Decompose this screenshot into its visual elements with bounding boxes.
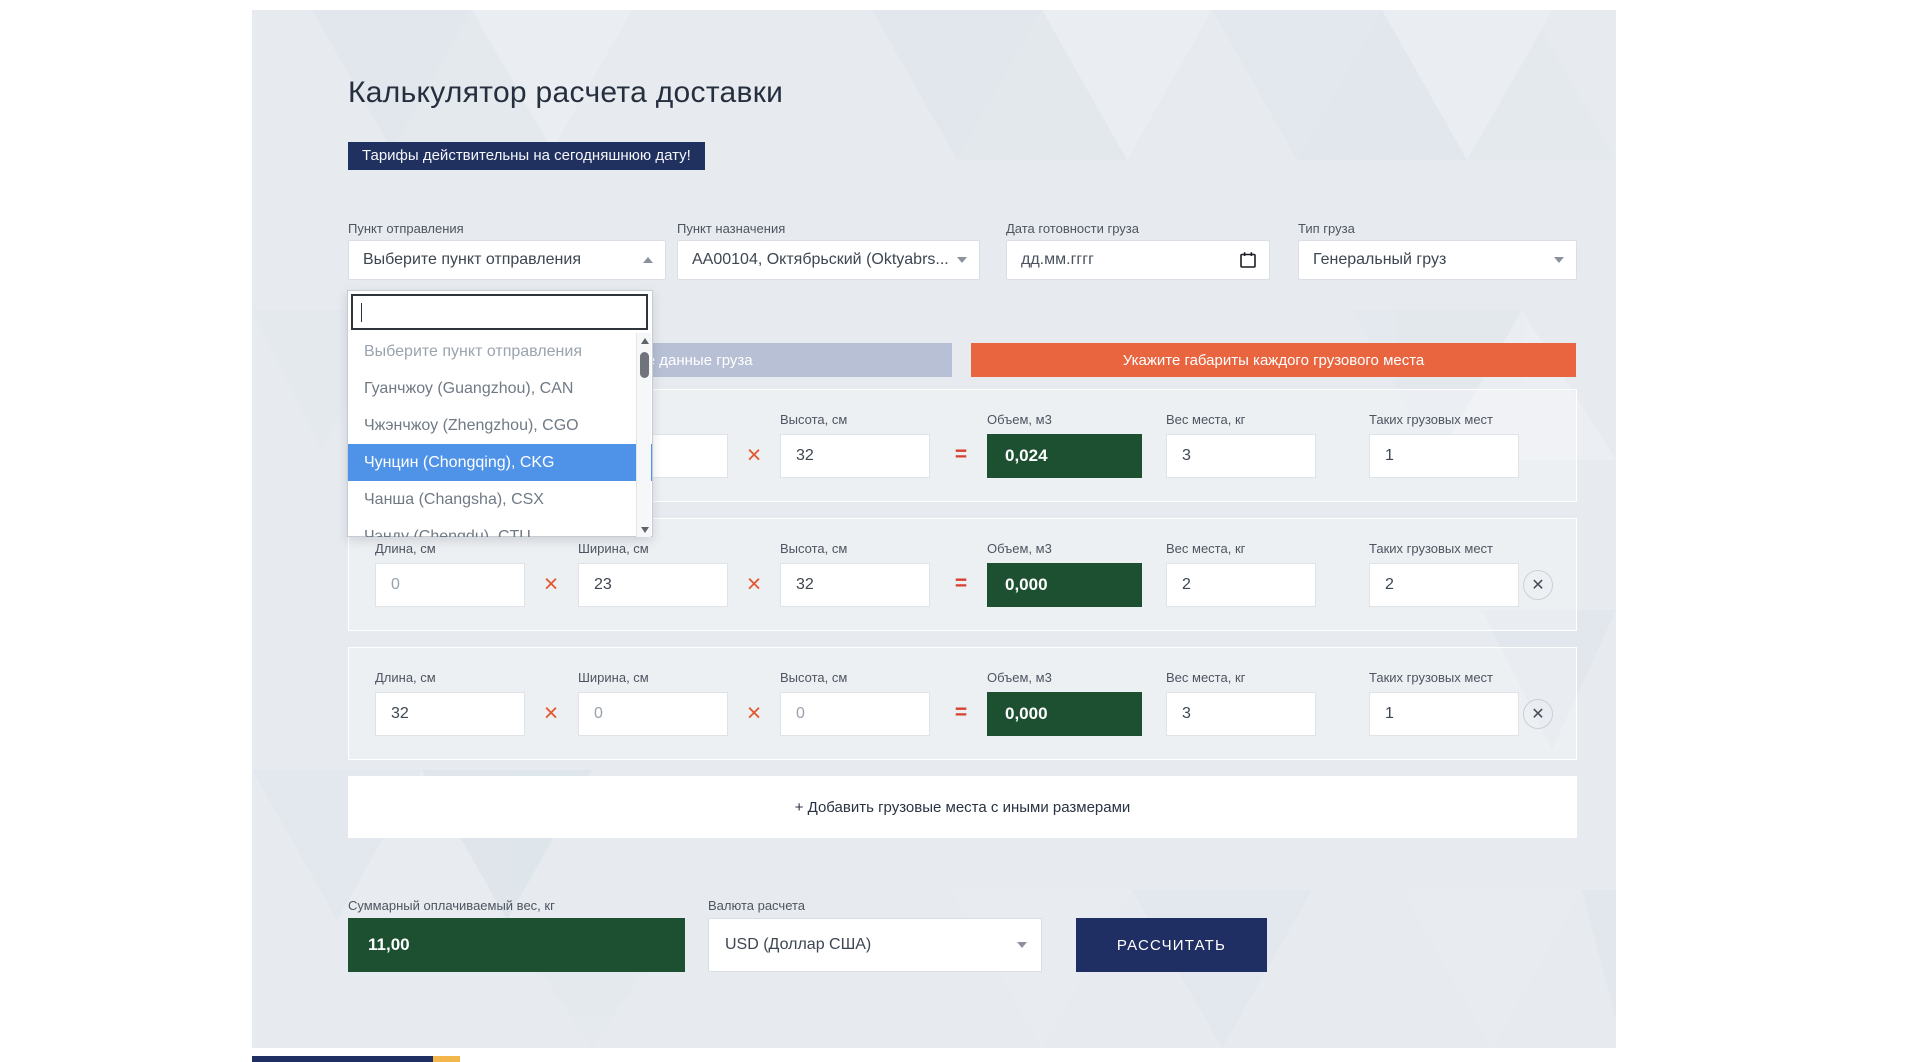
volume-label: Объем, м3 — [987, 412, 1052, 427]
total-weight-label: Суммарный оплачиваемый вес, кг — [348, 898, 555, 913]
length-label: Длина, см — [375, 670, 436, 685]
chevron-down-icon — [1554, 257, 1564, 263]
ready-date-input[interactable]: дд.мм.гггг — [1006, 240, 1270, 280]
departure-select[interactable]: Выберите пункт отправления — [348, 240, 666, 280]
width-label: Ширина, см — [578, 670, 649, 685]
dropdown-option[interactable]: Выберите пункт отправления — [348, 333, 652, 370]
chevron-down-icon — [1017, 942, 1027, 948]
destination-select[interactable]: AA00104, Октябрьский (Oktyabrs... — [677, 240, 980, 280]
height-label: Высота, см — [780, 670, 848, 685]
dropdown-option[interactable]: Чжэнчжоу (Zhengzhou), CGO — [348, 407, 652, 444]
count-input[interactable]: 2 — [1369, 563, 1519, 607]
destination-select-value: AA00104, Октябрьский (Oktyabrs... — [692, 251, 949, 268]
cargo-type-select-value: Генеральный груз — [1313, 251, 1447, 268]
width-label: Ширина, см — [578, 541, 649, 556]
width-input[interactable]: 23 — [578, 563, 728, 607]
dimensions-mode-button[interactable]: Укажите габариты каждого грузового места — [971, 343, 1576, 377]
shipping-calculator-page: Калькулятор расчета доставки Тарифы дейс… — [0, 0, 1920, 1062]
length-input[interactable]: 32 — [375, 692, 525, 736]
weight-label: Вес места, кг — [1166, 670, 1246, 685]
scroll-up-icon[interactable] — [637, 333, 652, 348]
text-cursor — [361, 302, 362, 322]
remove-icon: ✕ — [1531, 577, 1545, 594]
page-title: Калькулятор расчета доставки — [348, 76, 784, 109]
remove-icon: ✕ — [1531, 706, 1545, 723]
departure-dropdown: Выберите пункт отправления Гуанчжоу (Gua… — [347, 290, 653, 537]
weight-label: Вес места, кг — [1166, 412, 1246, 427]
currency-select-value: USD (Доллар США) — [725, 936, 872, 953]
weight-input[interactable]: 3 — [1166, 692, 1316, 736]
add-cargo-row-button[interactable]: + Добавить грузовые места с иными размер… — [348, 776, 1577, 838]
weight-input[interactable]: 2 — [1166, 563, 1316, 607]
multiply-icon: × — [543, 699, 559, 727]
count-label: Таких грузовых мест — [1369, 412, 1494, 427]
length-label: Длина, см — [375, 541, 436, 556]
dropdown-scrollbar[interactable] — [636, 333, 651, 537]
volume-value: 0,000 — [987, 563, 1142, 607]
departure-select-value: Выберите пункт отправления — [363, 251, 581, 268]
volume-label: Объем, м3 — [987, 670, 1052, 685]
chevron-down-icon — [957, 257, 967, 263]
weight-label: Вес места, кг — [1166, 541, 1246, 556]
dropdown-option-list: Выберите пункт отправления Гуанчжоу (Gua… — [348, 333, 652, 537]
count-input[interactable]: 1 — [1369, 434, 1519, 478]
tariff-badge: Тарифы действительны на сегодняшнюю дату… — [348, 142, 705, 170]
total-weight-value: 11,00 — [348, 918, 685, 972]
cargo-type-label: Тип груза — [1298, 221, 1355, 236]
remove-row-button[interactable]: ✕ — [1523, 699, 1553, 729]
scrollbar-thumb[interactable] — [640, 352, 649, 378]
dropdown-option[interactable]: Гуанчжоу (Guangzhou), CAN — [348, 370, 652, 407]
departure-label: Пункт отправления — [348, 221, 464, 236]
equals-icon: = — [954, 443, 968, 466]
multiply-icon: × — [746, 441, 762, 469]
count-label: Таких грузовых мест — [1369, 670, 1494, 685]
bottom-strip-orange — [433, 1056, 460, 1062]
bottom-strip-navy — [252, 1056, 433, 1062]
dropdown-option[interactable]: Чэнду (Chengdu), CTU — [348, 518, 652, 538]
cargo-row-3: Длина, см Ширина, см Высота, см Объем, м… — [348, 647, 1577, 760]
multiply-icon: × — [746, 699, 762, 727]
currency-label: Валюта расчета — [708, 898, 806, 913]
count-input[interactable]: 1 — [1369, 692, 1519, 736]
volume-value: 0,024 — [987, 434, 1142, 478]
weight-input[interactable]: 3 — [1166, 434, 1316, 478]
dropdown-option-highlighted[interactable]: Чунцин (Chongqing), CKG — [348, 444, 652, 481]
chevron-up-icon — [643, 257, 653, 263]
calculate-button[interactable]: РАССЧИТАТЬ — [1076, 918, 1267, 972]
scroll-down-icon[interactable] — [637, 522, 652, 537]
height-label: Высота, см — [780, 541, 848, 556]
dropdown-option[interactable]: Чанша (Changsha), CSX — [348, 481, 652, 518]
currency-select[interactable]: USD (Доллар США) — [708, 918, 1042, 972]
height-input[interactable]: 32 — [780, 434, 930, 478]
equals-icon: = — [954, 572, 968, 595]
height-input[interactable]: 0 — [780, 692, 930, 736]
volume-value: 0,000 — [987, 692, 1142, 736]
width-input[interactable]: 0 — [578, 692, 728, 736]
length-input[interactable]: 0 — [375, 563, 525, 607]
remove-row-button[interactable]: ✕ — [1523, 570, 1553, 600]
ready-date-label: Дата готовности груза — [1006, 221, 1139, 236]
height-label: Высота, см — [780, 412, 848, 427]
height-input[interactable]: 32 — [780, 563, 930, 607]
ready-date-placeholder: дд.мм.гггг — [1021, 251, 1094, 268]
cargo-type-select[interactable]: Генеральный груз — [1298, 240, 1577, 280]
destination-label: Пункт назначения — [677, 221, 786, 236]
dropdown-search-input[interactable] — [351, 294, 648, 330]
volume-label: Объем, м3 — [987, 541, 1052, 556]
equals-icon: = — [954, 701, 968, 724]
count-label: Таких грузовых мест — [1369, 541, 1494, 556]
calendar-icon[interactable] — [1239, 251, 1257, 269]
multiply-icon: × — [543, 570, 559, 598]
multiply-icon: × — [746, 570, 762, 598]
